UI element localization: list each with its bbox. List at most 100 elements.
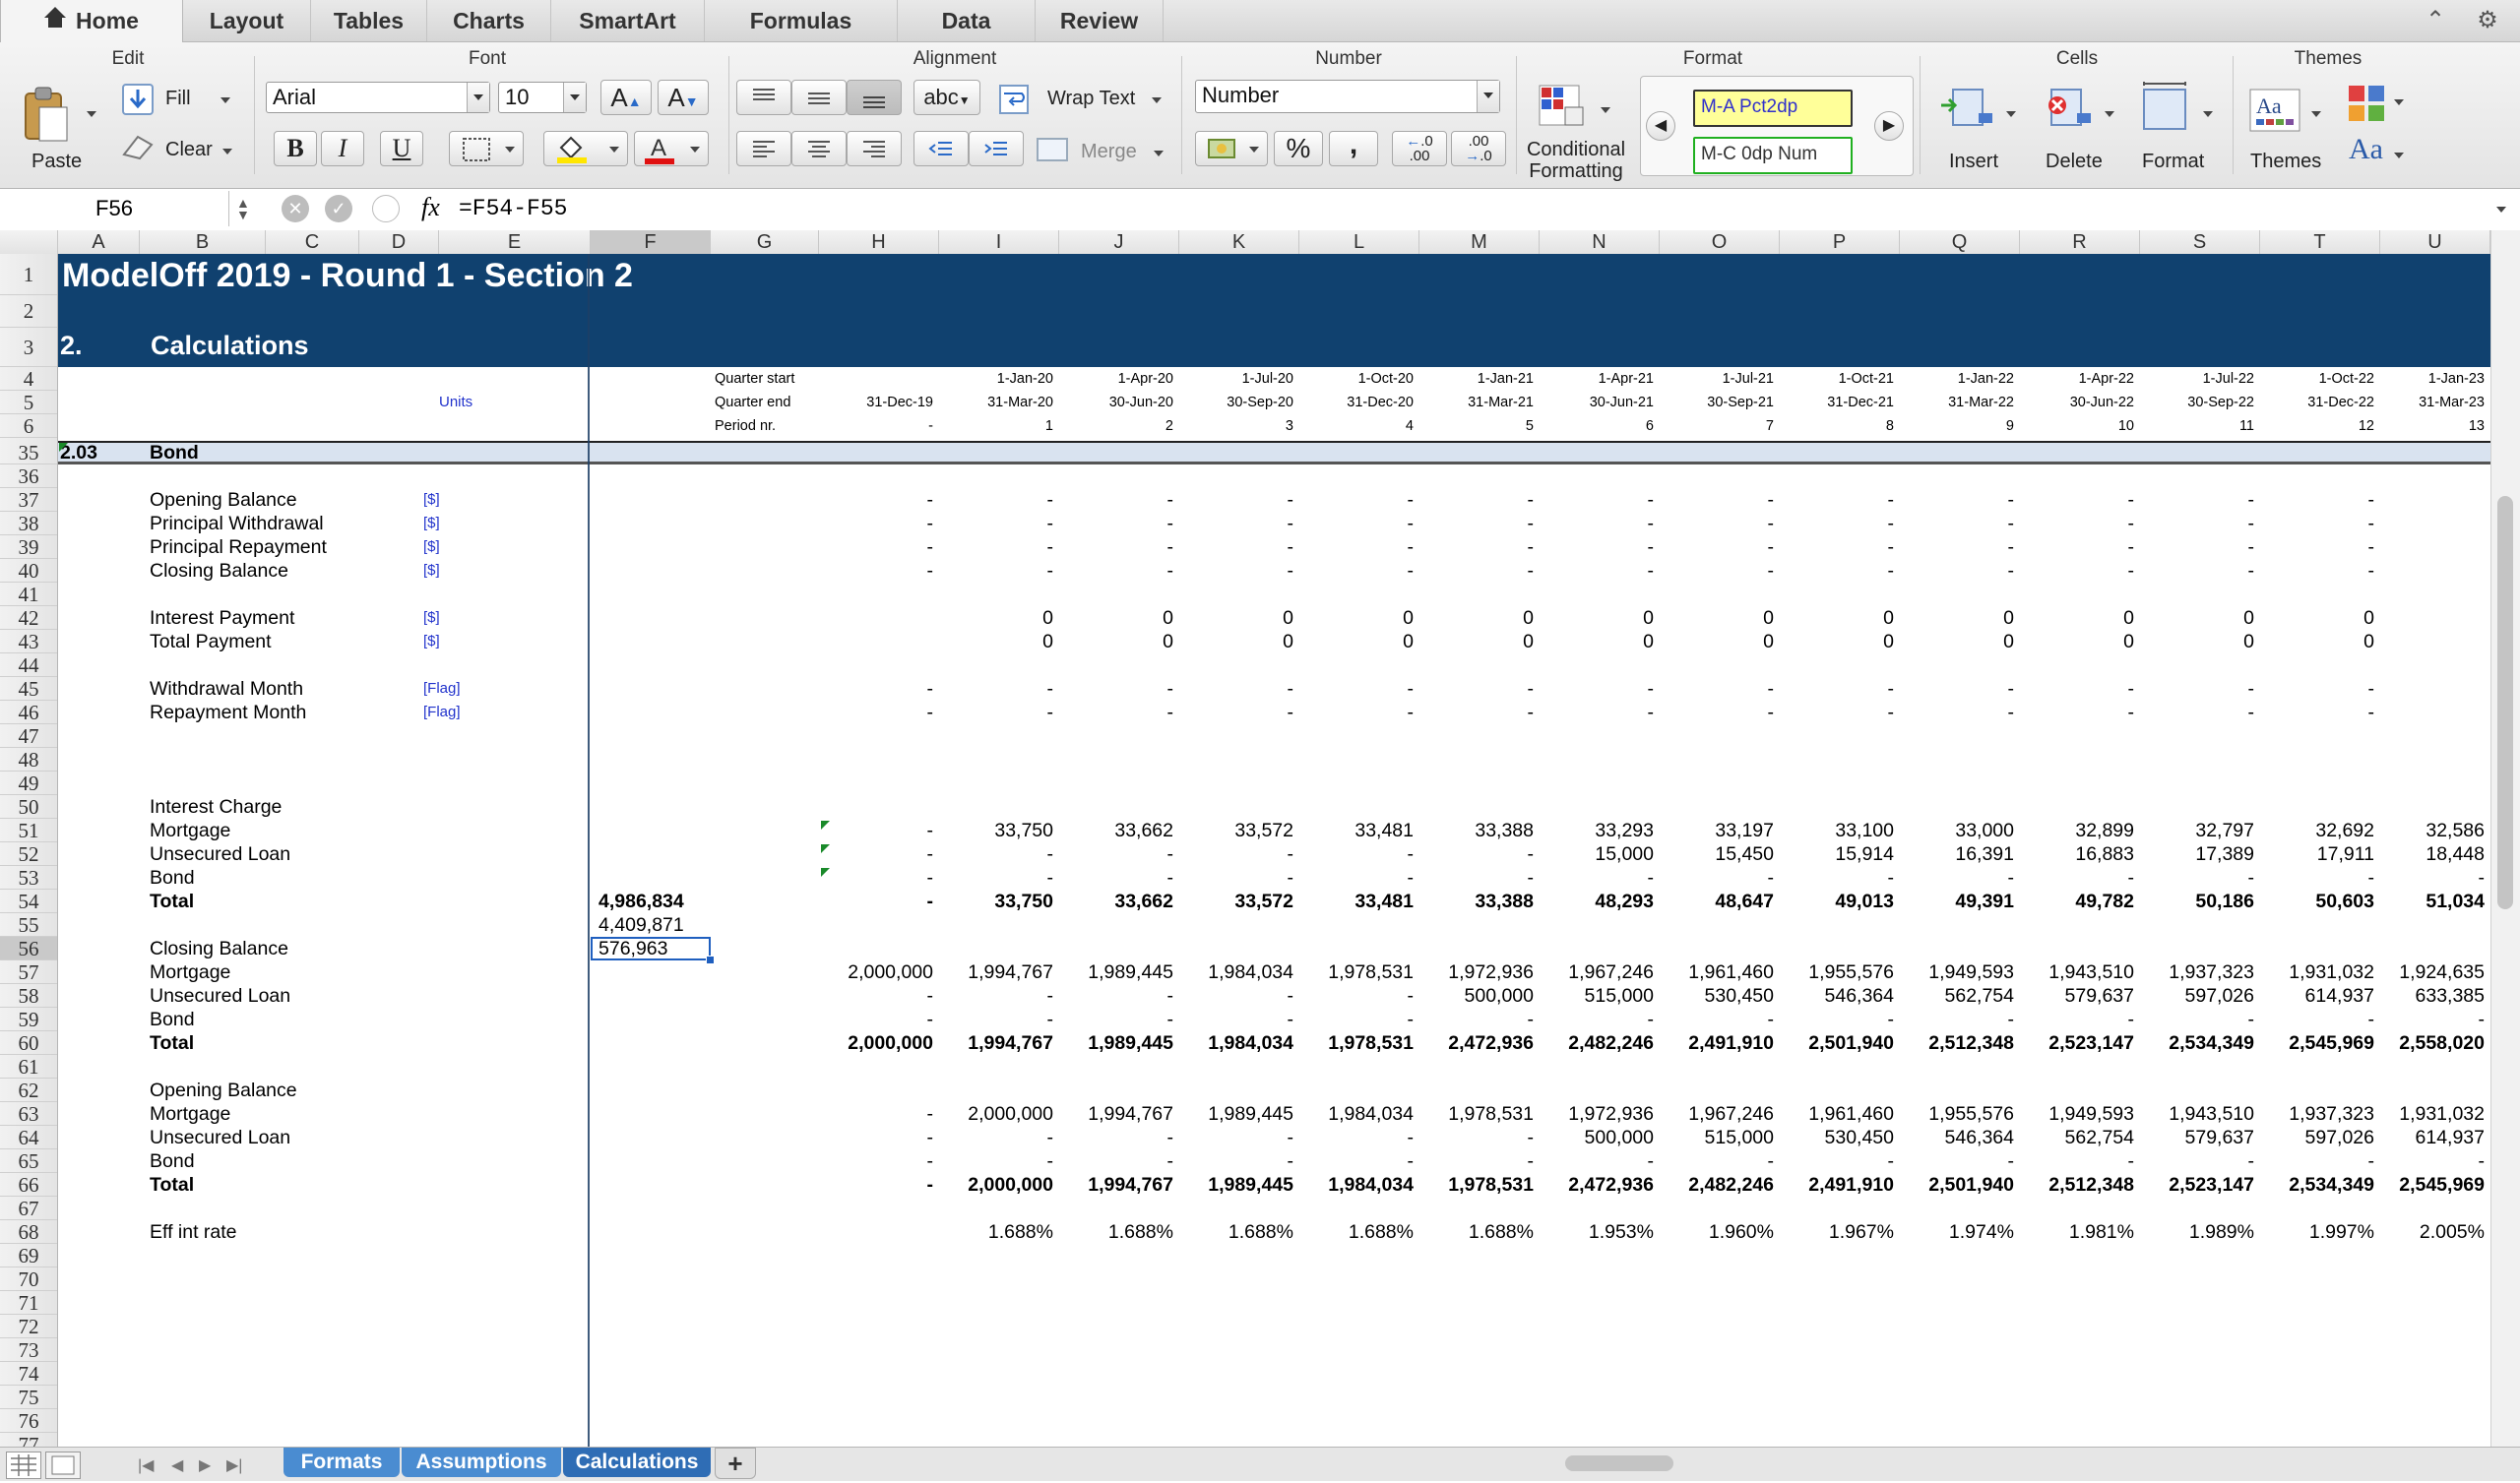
- cell-p65[interactable]: -: [1780, 1149, 1895, 1173]
- cell-i40[interactable]: -: [939, 559, 1054, 583]
- quarter-start-j[interactable]: 1-Apr-20: [1059, 367, 1173, 391]
- row-header-1[interactable]: 1: [0, 254, 57, 295]
- confirm-formula-icon[interactable]: ✓: [325, 195, 352, 222]
- formula-input[interactable]: =F54-F55: [459, 191, 567, 226]
- cell-h64[interactable]: -: [819, 1126, 934, 1149]
- column-header-q[interactable]: Q: [1900, 230, 2020, 254]
- insert-icon[interactable]: [1939, 86, 1998, 131]
- cell-l52[interactable]: -: [1299, 842, 1415, 866]
- theme-colors-icon[interactable]: [2347, 84, 2386, 123]
- line-unit-row-42[interactable]: [$]: [423, 606, 492, 630]
- cell-n59[interactable]: -: [1540, 1008, 1655, 1031]
- cell-p46[interactable]: -: [1780, 701, 1895, 724]
- cell-q52[interactable]: 16,391: [1900, 842, 2014, 866]
- cell-m68[interactable]: 1.688%: [1419, 1220, 1534, 1244]
- line-label-row-59[interactable]: Bond: [150, 1008, 195, 1031]
- bold-button[interactable]: B: [274, 131, 317, 166]
- quarter-start-t[interactable]: 1-Oct-22: [2260, 367, 2374, 391]
- row-header-49[interactable]: 49: [0, 772, 57, 795]
- cell-s65[interactable]: -: [2140, 1149, 2255, 1173]
- cell-j54[interactable]: 33,662: [1059, 890, 1173, 913]
- line-label-row-68[interactable]: Eff int rate: [150, 1220, 237, 1244]
- cell-i59[interactable]: -: [939, 1008, 1054, 1031]
- sheet-tab-formats[interactable]: Formats: [284, 1448, 400, 1477]
- quarter-end-p[interactable]: 31-Dec-21: [1780, 391, 1894, 414]
- cell-h60[interactable]: 2,000,000: [819, 1031, 933, 1055]
- cell-t45[interactable]: -: [2260, 677, 2375, 701]
- cell-h37[interactable]: -: [819, 488, 934, 512]
- column-header-c[interactable]: C: [266, 230, 359, 254]
- cell-q37[interactable]: -: [1900, 488, 2015, 512]
- row-header-66[interactable]: 66: [0, 1173, 57, 1197]
- column-header-l[interactable]: L: [1299, 230, 1419, 254]
- quarter-end-r[interactable]: 30-Jun-22: [2020, 391, 2134, 414]
- cell-r58[interactable]: 579,637: [2020, 984, 2135, 1008]
- row-header-54[interactable]: 54: [0, 890, 57, 913]
- period-r[interactable]: 10: [2020, 414, 2134, 438]
- cell-k45[interactable]: -: [1179, 677, 1294, 701]
- cell-h53[interactable]: -: [819, 866, 934, 890]
- quarter-start-l[interactable]: 1-Oct-20: [1299, 367, 1414, 391]
- cell-m52[interactable]: -: [1419, 842, 1535, 866]
- cell-h66[interactable]: -: [819, 1173, 934, 1197]
- align-center-button[interactable]: [791, 131, 847, 166]
- cell-s40[interactable]: -: [2140, 559, 2255, 583]
- merge-icon[interactable]: [1036, 135, 1069, 164]
- period-q[interactable]: 9: [1900, 414, 2014, 438]
- quarter-start-label[interactable]: Quarter start: [715, 367, 794, 391]
- line-unit-row-39[interactable]: [$]: [423, 535, 492, 559]
- cell-j68[interactable]: 1.688%: [1059, 1220, 1173, 1244]
- cell-u54[interactable]: 51,034: [2380, 890, 2485, 913]
- cell-s38[interactable]: -: [2140, 512, 2255, 535]
- column-header-b[interactable]: B: [140, 230, 266, 254]
- cell-u58[interactable]: 633,385: [2380, 984, 2486, 1008]
- chevron-down-icon[interactable]: [1249, 147, 1259, 153]
- ribbon-tab-formulas[interactable]: Formulas: [705, 0, 898, 41]
- chevron-down-icon[interactable]: [563, 83, 586, 112]
- line-unit-row-40[interactable]: [$]: [423, 559, 492, 583]
- clear-dropdown-icon[interactable]: [222, 149, 232, 154]
- cell-r66[interactable]: 2,512,348: [2020, 1173, 2134, 1197]
- eraser-icon[interactable]: [120, 133, 156, 160]
- cell-m43[interactable]: 0: [1419, 630, 1534, 653]
- cell-t52[interactable]: 17,911: [2260, 842, 2374, 866]
- column-header-g[interactable]: G: [711, 230, 819, 254]
- quarter-start-p[interactable]: 1-Oct-21: [1780, 367, 1894, 391]
- cell-r57[interactable]: 1,943,510: [2020, 960, 2134, 984]
- cell-i38[interactable]: -: [939, 512, 1054, 535]
- cell-k40[interactable]: -: [1179, 559, 1294, 583]
- cell-o64[interactable]: 515,000: [1660, 1126, 1775, 1149]
- align-top-button[interactable]: [736, 80, 791, 115]
- line-unit-row-37[interactable]: [$]: [423, 488, 492, 512]
- cell-m46[interactable]: -: [1419, 701, 1535, 724]
- period-t[interactable]: 12: [2260, 414, 2374, 438]
- font-color-button[interactable]: A: [634, 131, 709, 166]
- cell-o68[interactable]: 1.960%: [1660, 1220, 1774, 1244]
- themes-button[interactable]: Themes: [2250, 151, 2321, 173]
- style-m-a-pct2dp[interactable]: M-A Pct2dp: [1693, 90, 1853, 127]
- last-sheet-icon[interactable]: ▶|: [226, 1455, 242, 1475]
- quarter-start-u[interactable]: 1-Jan-23: [2380, 367, 2485, 391]
- font-size-select[interactable]: 10: [498, 82, 587, 113]
- row-header-46[interactable]: 46: [0, 701, 57, 724]
- cell-j38[interactable]: -: [1059, 512, 1174, 535]
- cell-k42[interactable]: 0: [1179, 606, 1293, 630]
- styles-next-button[interactable]: ▶: [1874, 111, 1904, 141]
- sheet-tab-calculations[interactable]: Calculations: [563, 1448, 711, 1477]
- name-box[interactable]: F56: [0, 191, 229, 226]
- cell-t68[interactable]: 1.997%: [2260, 1220, 2374, 1244]
- cell-k68[interactable]: 1.688%: [1179, 1220, 1293, 1244]
- column-header-s[interactable]: S: [2140, 230, 2260, 254]
- column-header-e[interactable]: E: [439, 230, 591, 254]
- column-header-r[interactable]: R: [2020, 230, 2140, 254]
- cell-q53[interactable]: -: [1900, 866, 2015, 890]
- chevron-down-icon[interactable]: [1477, 81, 1499, 112]
- line-label-row-37[interactable]: Opening Balance: [150, 488, 297, 512]
- cell-r53[interactable]: -: [2020, 866, 2135, 890]
- quarter-start-k[interactable]: 1-Jul-20: [1179, 367, 1293, 391]
- row-header-45[interactable]: 45: [0, 677, 57, 701]
- vertical-scrollbar[interactable]: [2490, 230, 2520, 1447]
- row-header-51[interactable]: 51: [0, 819, 57, 842]
- cell-n57[interactable]: 1,967,246: [1540, 960, 1654, 984]
- cell-n37[interactable]: -: [1540, 488, 1655, 512]
